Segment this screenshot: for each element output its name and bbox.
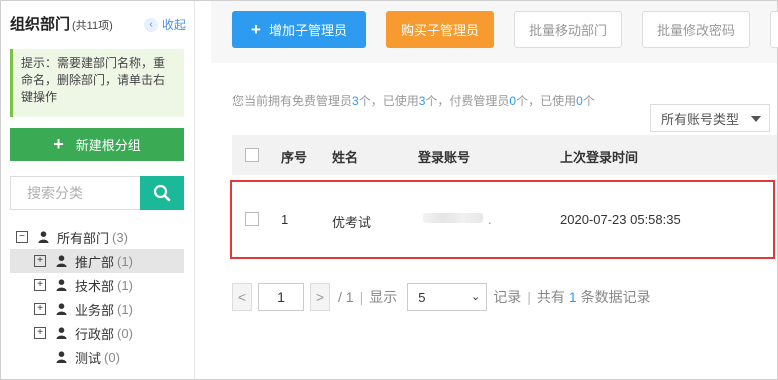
table-header: 序号 姓名 登录账号 上次登录时间 — [232, 135, 777, 175]
row-name: 优考试 — [332, 215, 372, 230]
search-button[interactable] — [140, 176, 184, 210]
row-account: . — [488, 212, 492, 227]
user-icon — [56, 255, 67, 267]
tree-item-count: (1) — [117, 253, 133, 269]
toolbar: + 增加子管理员 购买子管理员 批量移动部门 批量修改密码 — [211, 1, 778, 63]
department-count: (共11项) — [72, 20, 113, 32]
category-search — [10, 176, 184, 210]
tree-item-label: 行政部 — [75, 326, 115, 342]
tree-item-count: (1) — [117, 301, 133, 317]
page-number-input[interactable] — [258, 283, 304, 311]
total-prefix: 共有 — [536, 289, 565, 305]
tree-item-business[interactable]: + 业务部 (1) — [10, 297, 184, 321]
new-root-group-button[interactable]: + 新建根分组 — [10, 128, 184, 161]
tree-item-all[interactable]: − 所有部门 (3) — [10, 225, 184, 249]
plus-icon: + — [251, 19, 261, 39]
tree-item-count: (3) — [112, 229, 128, 245]
tree-item-label: 测试 — [75, 350, 102, 366]
header-last-login: 上次登录时间 — [560, 150, 639, 165]
account-type-value: 所有账号类型 — [661, 111, 740, 127]
tree-item-count: (0) — [104, 349, 120, 365]
divider: | — [359, 289, 364, 305]
tree-item-label: 技术部 — [75, 278, 115, 294]
next-page-button[interactable]: > — [310, 283, 330, 311]
info-text: 个，已使用 — [516, 94, 577, 108]
total-count: 1 — [568, 289, 577, 305]
info-text: 个，已使用 — [358, 94, 419, 108]
chevron-left-icon: ‹ — [143, 17, 158, 32]
tree-item-admin[interactable]: + 行政部 (0) — [10, 321, 184, 345]
show-label: 显示 — [369, 289, 398, 305]
add-sub-admin-button[interactable]: + 增加子管理员 — [232, 11, 366, 48]
collapse-button[interactable]: ‹ 收起 — [143, 16, 186, 33]
plus-icon: + — [53, 134, 64, 154]
department-sidebar: 组织部门 (共11项) ‹ 收起 提示：需要建部门名称，重命名，删除部门，请单击右… — [1, 1, 195, 379]
user-icon — [56, 303, 67, 315]
pagination: < > / 1 | 显示 5 ⌄ 记录 | 共有 1 条数据记录 — [232, 283, 651, 311]
row-last-login: 2020-07-23 05:58:35 — [560, 212, 681, 227]
header-name: 姓名 — [332, 150, 359, 165]
batch-change-password-button[interactable]: 批量修改密码 — [642, 11, 750, 48]
admin-quota-info: 您当前拥有免费管理员3个，已使用3个，付费管理员0个，已使用0个 — [232, 92, 595, 109]
info-text: 个，付费管理员 — [425, 94, 510, 108]
user-icon — [56, 351, 67, 363]
tip-box: 提示：需要建部门名称，重命名，删除部门，请单击右键操作 — [10, 49, 184, 117]
sidebar-header: 组织部门 (共11项) ‹ 收起 — [10, 13, 190, 37]
buy-sub-admin-button[interactable]: 购买子管理员 — [386, 11, 494, 48]
row-checkbox[interactable] — [245, 212, 259, 226]
tree-item-label: 业务部 — [75, 302, 115, 318]
caret-down-icon — [751, 116, 761, 122]
chevron-down-icon: ⌄ — [471, 291, 481, 303]
tree-item-tech[interactable]: + 技术部 (1) — [10, 273, 184, 297]
tree-item-label: 推广部 — [75, 254, 115, 270]
tree-item-label: 所有部门 — [57, 230, 110, 246]
add-sub-admin-label: 增加子管理员 — [268, 23, 347, 38]
records-label: 记录 — [493, 289, 522, 305]
info-text: 您当前拥有免费管理员 — [232, 94, 353, 108]
expand-toggle-icon[interactable]: + — [34, 279, 46, 291]
expand-toggle-icon[interactable]: + — [34, 303, 46, 315]
total-suffix: 条数据记录 — [580, 289, 651, 305]
total-pages: / 1 — [338, 289, 354, 305]
new-root-group-label: 新建根分组 — [75, 138, 141, 153]
header-index: 序号 — [281, 150, 308, 165]
category-search-input[interactable] — [10, 176, 140, 210]
tree-item-test[interactable]: 测试 (0) — [10, 345, 184, 369]
tree-item-count: (0) — [117, 325, 133, 341]
page-size-select[interactable]: 5 ⌄ — [407, 283, 488, 311]
tree-item-count: (1) — [117, 277, 133, 293]
free-admin-count: 3 — [352, 94, 359, 108]
expand-toggle-icon[interactable]: + — [34, 327, 46, 339]
more-button[interactable] — [770, 11, 778, 48]
account-type-select[interactable]: 所有账号类型 — [650, 104, 770, 132]
paid-admin-used: 0 — [576, 94, 583, 108]
collapse-toggle-icon[interactable]: − — [16, 231, 28, 243]
prev-page-button[interactable]: < — [232, 283, 252, 311]
search-icon — [153, 184, 171, 202]
user-icon — [56, 327, 67, 339]
batch-move-department-button[interactable]: 批量移动部门 — [514, 11, 622, 48]
expand-toggle-icon[interactable]: + — [34, 255, 46, 267]
redacted-account — [423, 213, 483, 223]
select-all-checkbox[interactable] — [245, 148, 259, 162]
row-index: 1 — [281, 212, 289, 227]
header-account: 登录账号 — [418, 150, 471, 165]
collapse-label: 收起 — [161, 18, 186, 32]
sidebar-title: 组织部门 — [10, 16, 71, 33]
user-icon — [38, 231, 49, 243]
page-size-value: 5 — [418, 289, 426, 305]
divider: | — [527, 289, 531, 305]
info-text: 个 — [582, 94, 595, 108]
department-tree: − 所有部门 (3) + 推广部 (1) + 技术部 (1) + 业务部 (1) + — [10, 225, 184, 369]
table-row[interactable]: 1 优考试 . 2020-07-23 05:58:35 — [232, 180, 777, 258]
main-panel: + 增加子管理员 购买子管理员 批量移动部门 批量修改密码 您当前拥有免费管理员… — [211, 1, 778, 379]
app-window: 组织部门 (共11项) ‹ 收起 提示：需要建部门名称，重命名，删除部门，请单击右… — [0, 0, 778, 380]
user-icon — [56, 279, 67, 291]
tree-item-promotion[interactable]: + 推广部 (1) — [10, 249, 184, 273]
